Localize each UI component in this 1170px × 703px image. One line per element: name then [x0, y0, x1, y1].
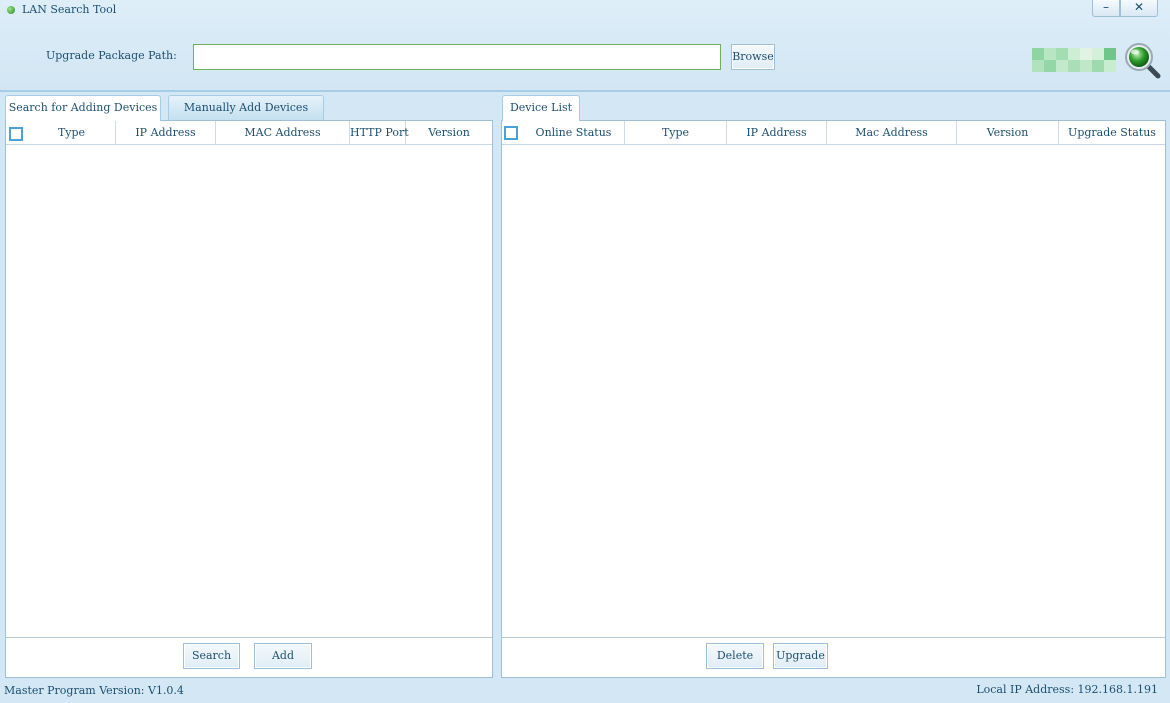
- upgrade-button[interactable]: Upgrade: [773, 643, 828, 669]
- window-title: LAN Search Tool: [22, 3, 117, 16]
- device-table-header: Online Status Type IP Address Mac Addres…: [502, 121, 1165, 145]
- add-button[interactable]: Add: [254, 643, 312, 669]
- delete-button[interactable]: Delete: [706, 643, 764, 669]
- column-header-ip-address[interactable]: IP Address: [116, 121, 216, 144]
- search-button[interactable]: Search: [183, 643, 240, 669]
- column-header-ip-address[interactable]: IP Address: [727, 121, 827, 144]
- column-header-version[interactable]: Version: [957, 121, 1059, 144]
- tab-device-list[interactable]: Device List: [502, 95, 580, 121]
- search-panel-footer: Search Add: [6, 637, 492, 677]
- upgrade-path-input[interactable]: [193, 44, 721, 70]
- device-table-body: [502, 146, 1165, 636]
- column-header-http-port[interactable]: HTTP Port: [350, 121, 409, 144]
- status-bar: Master Program Version: V1.0.4 Local IP …: [0, 680, 1170, 703]
- column-header-type[interactable]: Type: [625, 121, 727, 144]
- tab-manually-add-devices[interactable]: Manually Add Devices: [168, 95, 324, 121]
- local-ip-text: Local IP Address: 192.168.1.191: [976, 683, 1158, 696]
- column-header-mac-address[interactable]: Mac Address: [827, 121, 957, 144]
- app-icon: [7, 6, 15, 14]
- browse-button[interactable]: Browse: [731, 44, 775, 70]
- magnifier-globe-icon: [1125, 43, 1161, 79]
- title-bar: LAN Search Tool – ✕ Upgrade Package Path…: [0, 0, 1170, 92]
- column-header-online-status[interactable]: Online Status: [523, 121, 625, 144]
- select-all-devices-checkbox[interactable]: [504, 126, 518, 140]
- column-header-type[interactable]: Type: [28, 121, 116, 144]
- search-table-header: Type IP Address MAC Address HTTP Port Ve…: [6, 121, 492, 145]
- select-all-checkbox[interactable]: [9, 127, 23, 141]
- column-header-version[interactable]: Version: [406, 121, 492, 144]
- search-table-body: [6, 146, 492, 636]
- tab-search-adding-devices[interactable]: Search for Adding Devices: [5, 95, 161, 121]
- device-list-panel: Online Status Type IP Address Mac Addres…: [501, 120, 1166, 678]
- minimize-button[interactable]: –: [1092, 0, 1120, 17]
- device-panel-footer: Delete Upgrade: [502, 637, 1165, 677]
- close-button[interactable]: ✕: [1120, 0, 1158, 17]
- column-header-mac-address[interactable]: MAC Address: [216, 121, 350, 144]
- column-header-upgrade-status[interactable]: Upgrade Status: [1059, 121, 1165, 144]
- logo-mosaic: [1032, 48, 1126, 72]
- program-version-text: Master Program Version: V1.0.4: [4, 684, 184, 697]
- upgrade-path-label: Upgrade Package Path:: [46, 49, 177, 62]
- search-devices-panel: Type IP Address MAC Address HTTP Port Ve…: [5, 120, 493, 678]
